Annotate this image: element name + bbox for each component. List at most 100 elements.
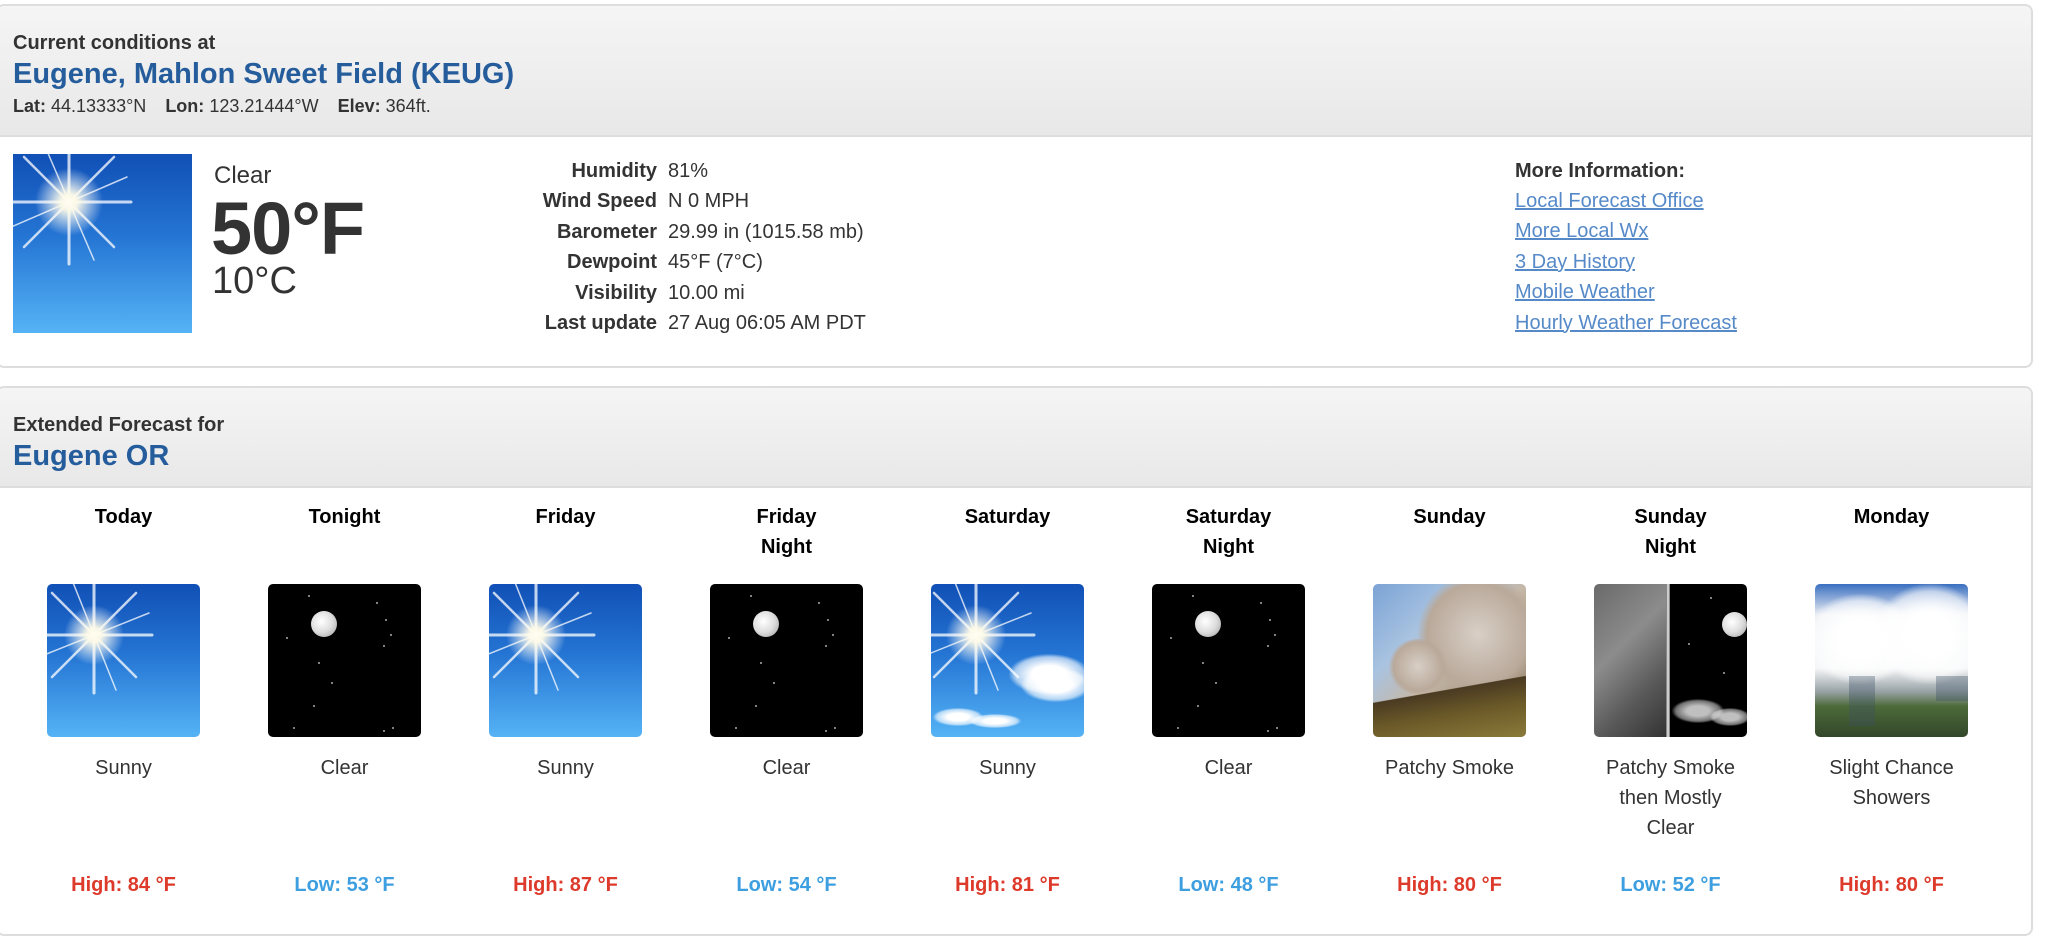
link-more-local-wx[interactable]: More Local Wx xyxy=(1515,216,1737,246)
station-coordinates: Lat: 44.13333°N Lon: 123.21444°W Elev: 3… xyxy=(13,94,2031,118)
period-name: Friday Night xyxy=(676,502,897,562)
period-temperature: High: 80 °F xyxy=(1839,874,1944,896)
period-name-line1: Saturday xyxy=(964,506,1051,528)
detail-row-dewpoint: Dewpoint 45°F (7°C) xyxy=(518,247,866,277)
star xyxy=(1267,644,1269,647)
short-description: Patchy Smoke then Mostly Clear xyxy=(1560,753,1781,843)
period-name-line2: Night xyxy=(1644,536,1697,558)
short-description: Clear xyxy=(1118,753,1339,783)
period-name-line1: Sunday xyxy=(1413,506,1486,528)
star xyxy=(825,644,827,647)
link-local-forecast-office[interactable]: Local Forecast Office xyxy=(1515,186,1737,216)
detail-label: Humidity xyxy=(571,160,657,182)
link-mobile-weather[interactable]: Mobile Weather xyxy=(1515,277,1737,307)
short-desc-line1: Sunny xyxy=(95,757,152,779)
detail-row-visibility: Visibility 10.00 mi xyxy=(518,278,866,308)
short-description: Patchy Smoke xyxy=(1339,753,1560,783)
short-desc-line1: Sunny xyxy=(537,757,594,779)
cloud xyxy=(1709,708,1747,726)
star xyxy=(832,634,834,637)
period-name: Tonight xyxy=(234,502,455,532)
star xyxy=(818,602,820,604)
star xyxy=(286,636,288,639)
star xyxy=(385,618,387,621)
star xyxy=(331,682,333,685)
short-desc-line2: Showers xyxy=(1852,787,1931,809)
forecast-location: Eugene OR xyxy=(13,440,170,472)
star xyxy=(392,726,394,729)
star xyxy=(383,644,385,647)
period-name-line1: Friday xyxy=(756,506,817,528)
sun-glyph xyxy=(47,584,154,695)
period-name: Saturday xyxy=(897,502,1118,532)
star xyxy=(313,704,315,707)
detail-value: 81% xyxy=(668,160,709,182)
moon xyxy=(1721,612,1747,637)
period-name-line2: Night xyxy=(1202,536,1255,558)
detail-value: 45°F (7°C) xyxy=(668,251,763,274)
sun-glyph xyxy=(13,154,133,266)
link-hourly-weather-forecast[interactable]: Hourly Weather Forecast xyxy=(1515,308,1737,338)
short-description: Sunny xyxy=(455,753,676,783)
star xyxy=(735,726,737,729)
star xyxy=(728,636,730,639)
star xyxy=(1215,682,1217,685)
short-desc-line1: Clear xyxy=(1204,757,1253,779)
detail-label: Visibility xyxy=(575,281,657,304)
detail-value: 10.00 mi xyxy=(668,281,745,304)
star xyxy=(1170,636,1172,639)
extended-forecast-header: Extended Forecast for Eugene OR xyxy=(0,388,2031,488)
detail-row-last-update: Last update 27 Aug 06:05 AM PDT xyxy=(518,308,866,338)
smoke-half xyxy=(1594,584,1666,737)
period-temperature: High: 84 °F xyxy=(71,874,176,896)
clear-night-icon xyxy=(268,584,421,737)
short-desc-line3: Clear xyxy=(1646,817,1695,839)
short-description: Slight Chance Showers xyxy=(1781,753,2002,813)
sunny-icon xyxy=(47,584,200,737)
extended-forecast-label: Extended Forecast for xyxy=(13,414,225,436)
forecast-periods: Today Sunny High: 84 °F Tonight Clear Low: 53… xyxy=(13,488,2013,928)
detail-value: N 0 MPH xyxy=(668,190,750,213)
short-description: Sunny xyxy=(13,753,234,783)
star xyxy=(318,662,320,665)
star xyxy=(1722,672,1725,674)
star xyxy=(760,662,762,665)
star xyxy=(1709,597,1712,599)
cloud xyxy=(1021,668,1084,702)
station-name: Eugene, Mahlon Sweet Field (KEUG) xyxy=(13,58,515,90)
rain-shaft xyxy=(1936,676,1968,701)
period-name-line1: Saturday xyxy=(1185,506,1272,528)
current-details-table: Humidity 81% Wind Speed N 0 MPH Barometer 2… xyxy=(518,156,866,338)
rain-shaft xyxy=(1849,676,1875,726)
star xyxy=(1192,595,1194,598)
lat-label: Lat: xyxy=(13,96,46,116)
period-name: Sunday xyxy=(1339,502,1560,532)
lat-value: 44.13333°N xyxy=(51,96,147,116)
period-name-line1: Today xyxy=(94,506,153,528)
link-3-day-history[interactable]: 3 Day History xyxy=(1515,247,1737,277)
extended-forecast-panel: Extended Forecast for Eugene OR Today Sun… xyxy=(0,386,2033,936)
short-desc-line1: Clear xyxy=(762,757,811,779)
detail-label: Dewpoint xyxy=(567,251,657,274)
short-desc-line1: Slight Chance xyxy=(1829,757,1954,779)
star xyxy=(376,602,378,604)
moon xyxy=(1195,611,1221,637)
hillside xyxy=(1373,675,1526,737)
period-temperature: High: 81 °F xyxy=(955,874,1060,896)
star xyxy=(1197,704,1199,707)
elev-value: 364ft. xyxy=(385,96,431,116)
star xyxy=(1177,726,1179,729)
star xyxy=(750,595,752,598)
sunny-icon xyxy=(489,584,642,737)
short-description: Clear xyxy=(676,753,897,783)
short-description: Clear xyxy=(234,753,455,783)
star xyxy=(755,704,757,707)
short-description: Sunny xyxy=(897,753,1118,783)
star xyxy=(390,634,392,637)
patchy-smoke-icon xyxy=(1373,584,1526,737)
star xyxy=(293,726,295,729)
slight-chance-showers-icon xyxy=(1815,584,1968,737)
star xyxy=(1260,602,1262,604)
sunny-few-clouds-icon xyxy=(931,584,1084,737)
detail-label: Barometer xyxy=(556,220,657,243)
